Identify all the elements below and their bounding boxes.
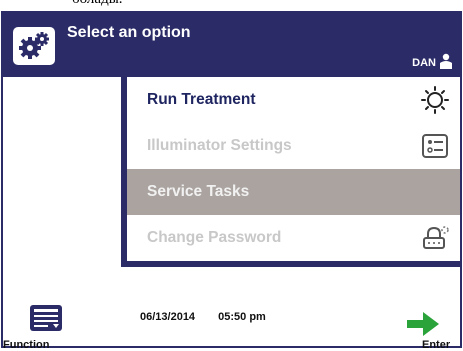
menu-item-label: Change Password	[147, 229, 282, 246]
header-bar: Select an option DAN	[3, 13, 460, 77]
user-indicator: DAN	[412, 53, 452, 69]
menu-item-service-tasks[interactable]: Service Tasks	[127, 169, 460, 215]
time-text: 05:50 pm	[218, 311, 266, 323]
enter-button[interactable]	[405, 309, 441, 339]
menu-item-illuminator-settings[interactable]: Illuminator Settings	[127, 123, 460, 169]
menu-item-change-password[interactable]: Change Password	[127, 215, 460, 261]
option-menu: Run Treatment Illuminator Settings Servi…	[127, 77, 460, 261]
device-screen: Select an option DAN Run Treatment Illum…	[1, 11, 462, 351]
date-text: 06/13/2014	[140, 311, 196, 323]
sun-icon	[421, 86, 449, 114]
function-label[interactable]: Function	[3, 339, 49, 351]
page-caption: болады.	[72, 0, 123, 8]
menu-item-label: Illuminator Settings	[147, 137, 292, 154]
settings-list-icon	[422, 134, 448, 158]
gears-icon	[13, 27, 55, 65]
menu-bottom-border	[121, 261, 460, 267]
enter-label[interactable]: Enter	[422, 339, 450, 351]
menu-item-label: Service Tasks	[147, 183, 250, 200]
page-title: Select an option	[67, 24, 191, 41]
menu-item-run-treatment[interactable]: Run Treatment	[127, 77, 460, 123]
person-icon	[440, 53, 452, 69]
user-name: DAN	[412, 57, 436, 69]
right-arrow-icon	[407, 312, 439, 336]
date-time-display: 06/13/2014 05:50 pm	[140, 311, 286, 323]
lock-keypad-icon	[423, 226, 449, 249]
device-card-icon[interactable]	[29, 304, 63, 332]
menu-item-label: Run Treatment	[147, 91, 256, 108]
